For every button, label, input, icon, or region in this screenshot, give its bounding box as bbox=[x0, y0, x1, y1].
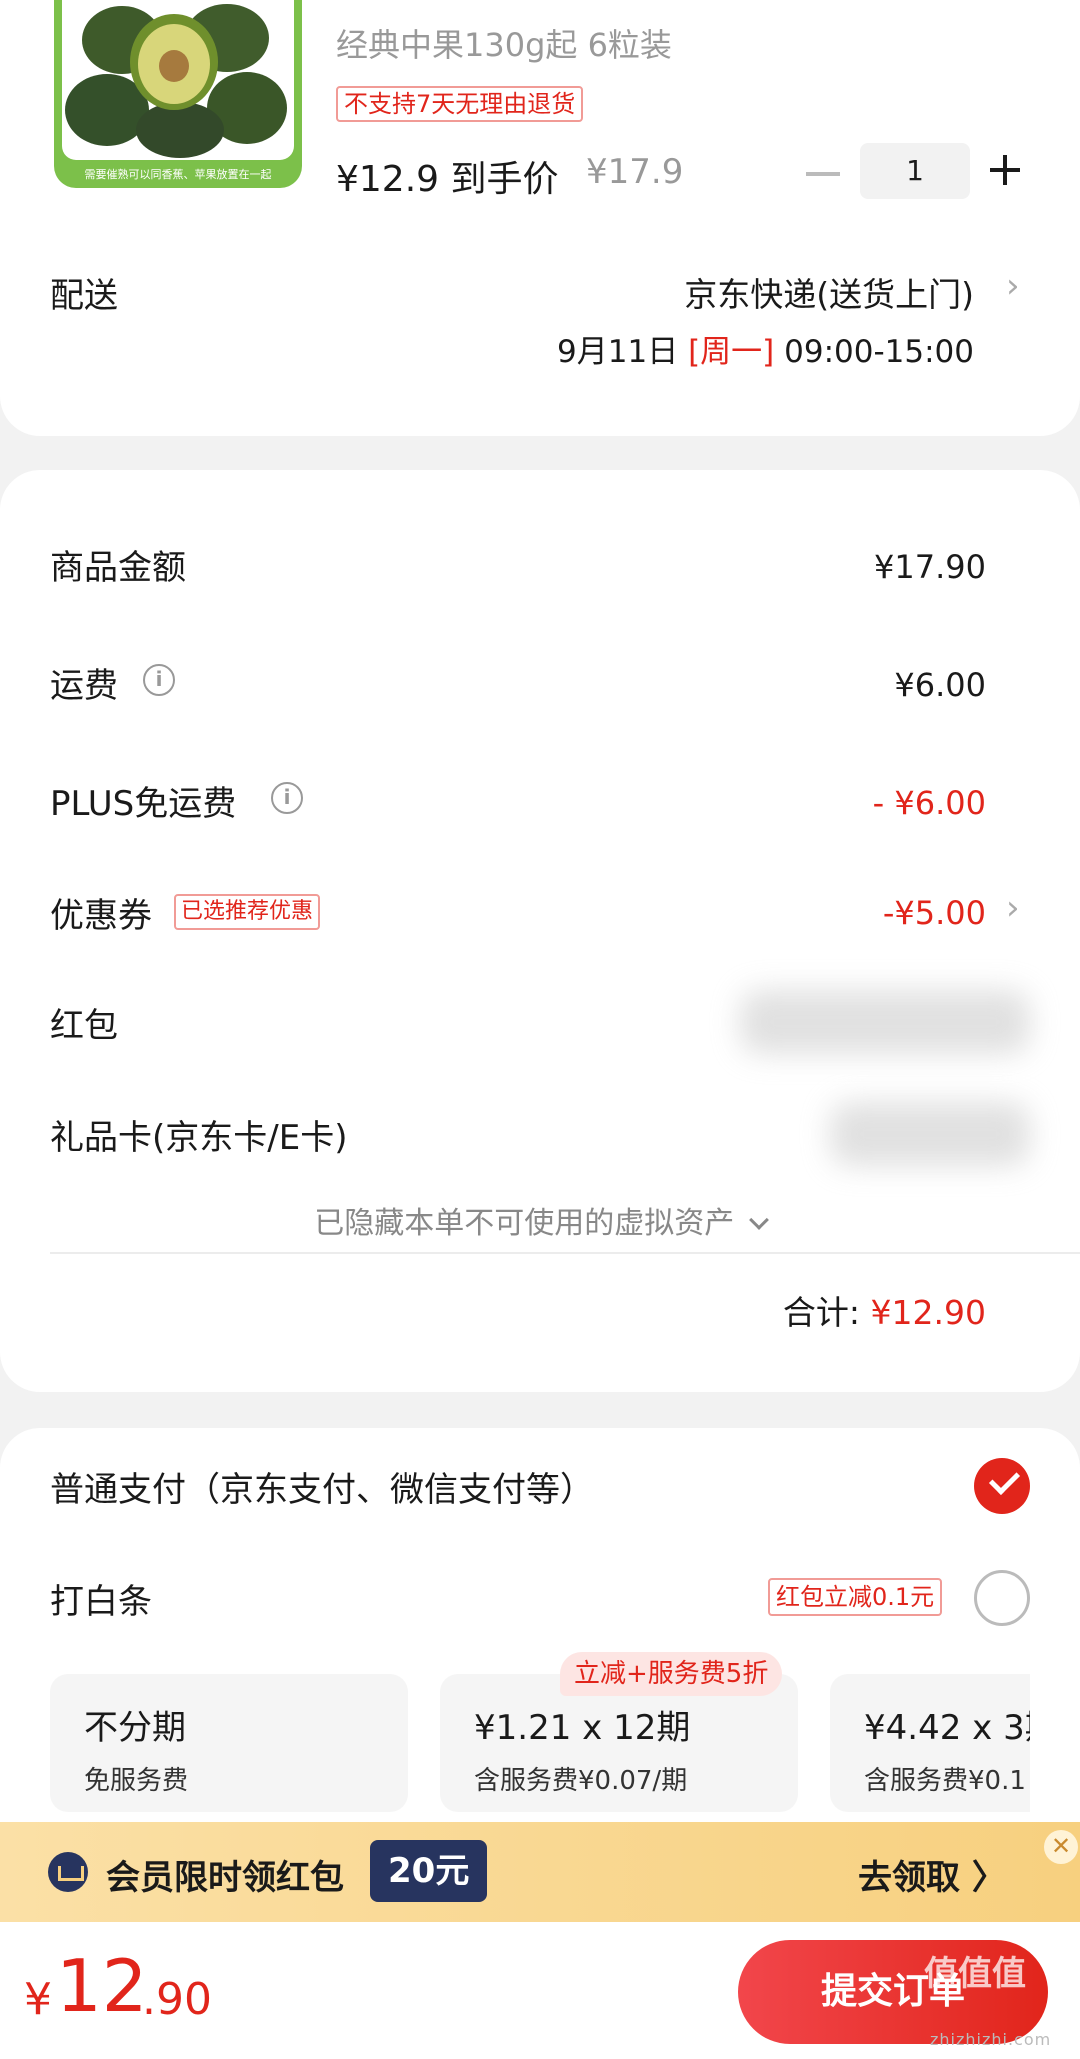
delivery-weekday: [周一] bbox=[688, 334, 775, 370]
plan-main: ¥1.21 x 12期 bbox=[474, 1708, 691, 1748]
coupon-value[interactable]: -¥5.00 bbox=[883, 894, 986, 932]
freight-label: 运费 bbox=[50, 666, 118, 706]
product-image[interactable]: 需要催熟可以同香蕉、苹果放置在一起 bbox=[54, 0, 302, 188]
product-subtitle: 经典中果130g起 6粒装 bbox=[336, 26, 672, 64]
divider bbox=[50, 1252, 1080, 1254]
delivery-method[interactable]: 京东快递(送货上门) bbox=[684, 268, 974, 316]
delivery-timeslot: 09:00-15:00 bbox=[784, 334, 974, 370]
giftcard-label[interactable]: 礼品卡(京东卡/E卡) bbox=[50, 1110, 347, 1159]
delivery-date: 9月11日 bbox=[557, 334, 679, 370]
baitiao-label[interactable]: 打白条 bbox=[50, 1574, 152, 1623]
avocado-image bbox=[62, 0, 294, 160]
delivery-chevron-icon[interactable]: › bbox=[1006, 266, 1020, 306]
plan-main: ¥4.42 x 3期 bbox=[864, 1708, 1030, 1748]
plan-sub: 免服务费 bbox=[84, 1766, 189, 1796]
plan-main: 不分期 bbox=[84, 1708, 186, 1748]
image-caption: 需要催熟可以同香蕉、苹果放置在一起 bbox=[84, 168, 272, 181]
quantity-input[interactable]: 1 bbox=[860, 143, 970, 199]
banner-claim-button[interactable]: 去领取 〉 bbox=[858, 1850, 1006, 1899]
plan-sub: 含服务费¥0.1 bbox=[864, 1766, 1026, 1796]
watermark-site: zhizhizhi.com bbox=[930, 2030, 1052, 2049]
total-row: 合计: ¥12.90 bbox=[783, 1286, 986, 1334]
redpacket-value-blurred[interactable] bbox=[740, 990, 1030, 1054]
banner-text: 会员限时领红包 bbox=[106, 1858, 344, 1898]
total-currency: ¥ bbox=[24, 1974, 52, 2025]
hidden-assets-toggle[interactable]: 已隐藏本单不可使用的虚拟资产 bbox=[0, 1198, 1080, 1242]
goods-amount-label: 商品金额 bbox=[50, 548, 186, 588]
quantity-decrease-button[interactable] bbox=[806, 172, 840, 176]
plus-free-shipping-label: PLUS免运费 bbox=[50, 784, 237, 824]
normal-payment-check-icon[interactable] bbox=[974, 1458, 1030, 1514]
plan-promo-badge: 立减+服务费5折 bbox=[560, 1652, 783, 1696]
product-original-price: ¥17.9 bbox=[586, 152, 684, 192]
banner-amount: 20元 bbox=[370, 1840, 488, 1902]
chevron-down-icon bbox=[748, 1210, 769, 1230]
total-value: ¥12.90 bbox=[870, 1293, 986, 1332]
member-crown-icon bbox=[48, 1852, 88, 1892]
member-redpacket-banner[interactable]: 会员限时领红包 20元 去领取 〉 ✕ bbox=[0, 1822, 1080, 1922]
installment-plan-3[interactable]: ¥4.42 x 3期 含服务费¥0.1 bbox=[830, 1674, 1030, 1812]
delivery-label: 配送 bbox=[50, 276, 118, 316]
total-decimal: .90 bbox=[142, 1974, 212, 2025]
baitiao-radio[interactable] bbox=[974, 1570, 1030, 1626]
bottom-bar: ¥ 12 .90 提交订单 bbox=[0, 1922, 1080, 2059]
plus-info-icon[interactable]: i bbox=[271, 782, 303, 814]
coupon-chevron-icon[interactable]: › bbox=[1006, 888, 1020, 928]
freight-info-icon[interactable]: i bbox=[143, 664, 175, 696]
redpacket-label[interactable]: 红包 bbox=[50, 998, 118, 1047]
product-card: 需要催熟可以同香蕉、苹果放置在一起 经典中果130g起 6粒装 不支持7天无理由… bbox=[0, 0, 1080, 436]
delivery-time[interactable]: 9月11日 [周一] 09:00-15:00 bbox=[557, 326, 974, 371]
freight-value: ¥6.00 bbox=[894, 666, 986, 704]
installment-plan-none[interactable]: 不分期 免服务费 bbox=[50, 1674, 408, 1812]
watermark-logo: 值值值 bbox=[924, 1954, 1026, 1994]
hidden-assets-text: 已隐藏本单不可使用的虚拟资产 bbox=[314, 1206, 735, 1241]
product-price: ¥12.9 到手价 bbox=[336, 159, 559, 200]
baitiao-redpacket-tag: 红包立减0.1元 bbox=[768, 1578, 943, 1616]
return-policy-tag: 不支持7天无理由退货 bbox=[336, 86, 584, 122]
normal-payment-label[interactable]: 普通支付（京东支付、微信支付等） bbox=[50, 1462, 594, 1511]
goods-amount-value: ¥17.90 bbox=[874, 548, 986, 586]
total-integer: 12 bbox=[56, 1944, 148, 2028]
quantity-increase-button[interactable] bbox=[986, 140, 1026, 200]
giftcard-value-blurred[interactable] bbox=[830, 1102, 1030, 1166]
coupon-recommended-tag: 已选推荐优惠 bbox=[174, 894, 321, 930]
close-icon[interactable]: ✕ bbox=[1044, 1830, 1078, 1864]
plan-sub: 含服务费¥0.07/期 bbox=[474, 1766, 688, 1796]
cost-card: 商品金额 ¥17.90 运费 i ¥6.00 PLUS免运费 i - ¥6.00… bbox=[0, 470, 1080, 1392]
coupon-label[interactable]: 优惠券 bbox=[50, 888, 152, 937]
plus-discount-value: - ¥6.00 bbox=[872, 784, 986, 822]
total-label: 合计: bbox=[782, 1293, 861, 1332]
